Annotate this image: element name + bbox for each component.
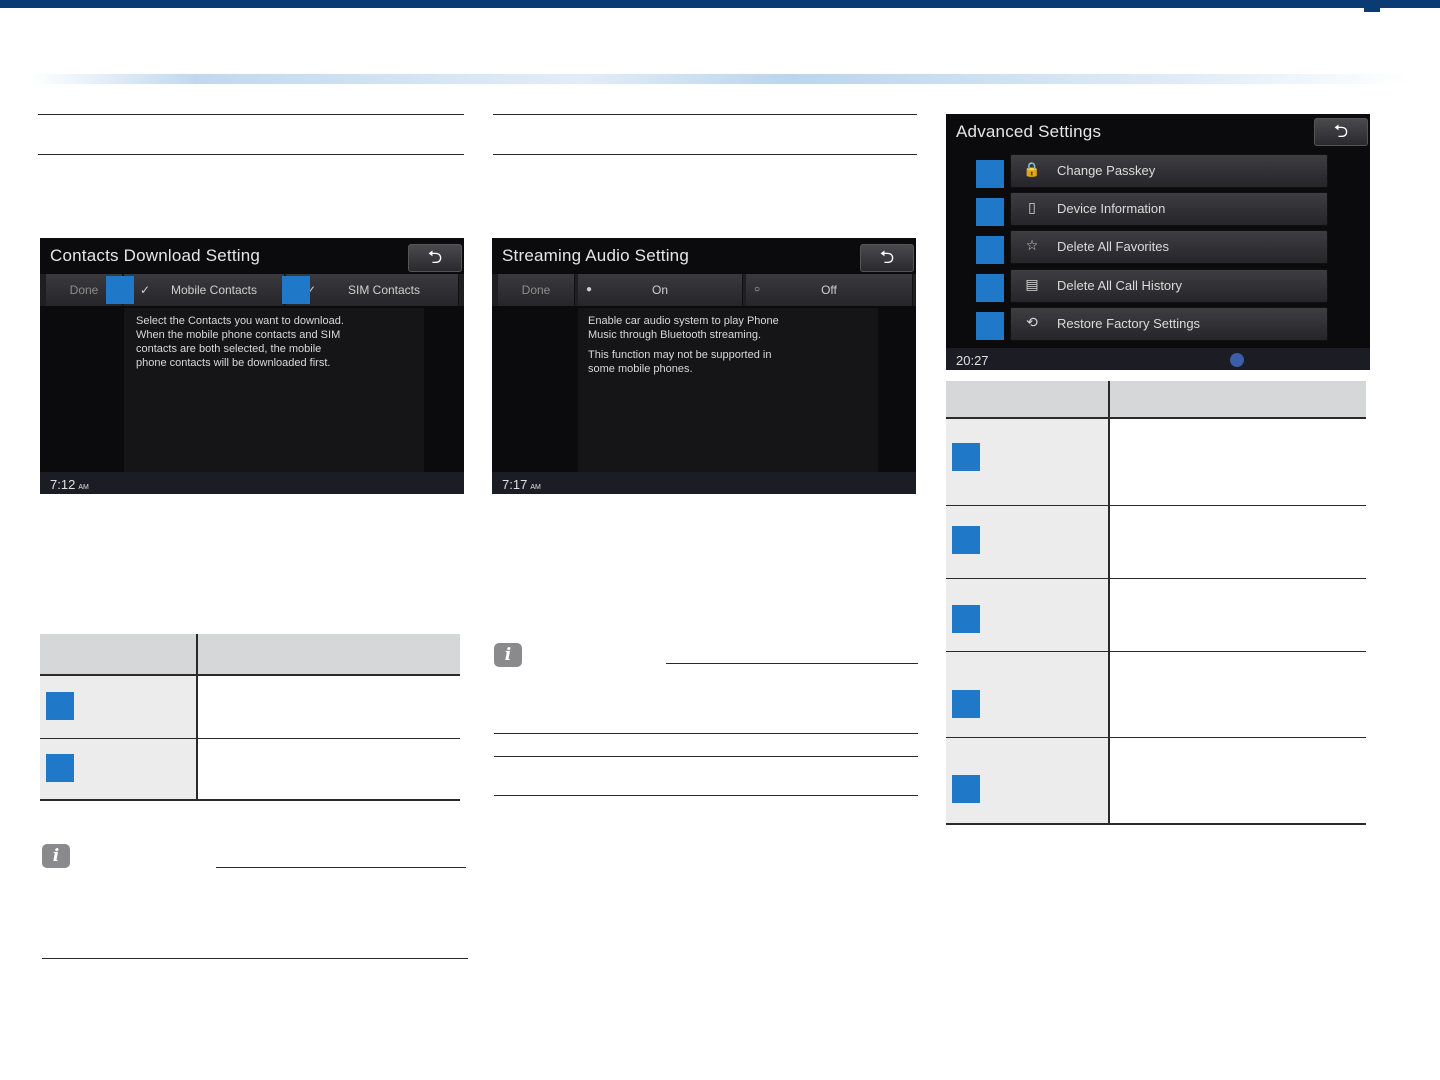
callout-marker-2	[952, 526, 980, 554]
note-bottom-rule	[42, 958, 468, 959]
clock-suffix: AM	[530, 484, 541, 491]
advanced-settings-screen: Advanced Settings ⮌ 🔒 Change Passkey ▯ D…	[946, 114, 1370, 370]
table-row-separator	[946, 578, 1366, 579]
page-top-tab	[1364, 0, 1380, 12]
table-bottom-rule	[946, 823, 1366, 825]
advanced-settings-table	[946, 381, 1366, 825]
off-option[interactable]: ○ Off	[746, 274, 913, 306]
screen-title: Advanced Settings	[956, 122, 1102, 141]
back-arrow-icon: ⮌	[1333, 121, 1349, 141]
table-header	[946, 381, 1366, 419]
clock: 7:12 AM	[50, 477, 89, 492]
note-rule	[216, 867, 466, 868]
page-top-bar	[0, 0, 1440, 12]
change-passkey-item[interactable]: 🔒 Change Passkey	[1010, 154, 1328, 188]
callout-marker-1	[106, 276, 134, 304]
phone-icon: ▯	[1028, 199, 1036, 215]
callout-marker-3	[952, 605, 980, 633]
callout-marker-1	[952, 443, 980, 471]
callout-marker-4	[976, 274, 1004, 302]
option-bar: Done ✓ Mobile Contacts ✓ SIM Contacts	[40, 274, 464, 306]
item-label: Device Information	[1057, 201, 1166, 216]
back-button[interactable]: ⮌	[860, 244, 914, 272]
table-row-separator	[40, 738, 460, 739]
delete-all-call-history-item[interactable]: ▤ Delete All Call History	[1010, 269, 1328, 303]
table-row-separator	[946, 505, 1366, 506]
callout-marker-2	[976, 198, 1004, 226]
column2-rule-top	[493, 114, 917, 115]
callout-marker-1	[46, 692, 74, 720]
lock-icon: 🔒	[1023, 161, 1041, 177]
table-divider	[1108, 381, 1110, 824]
callout-marker-3	[976, 236, 1004, 264]
table-divider	[196, 634, 198, 800]
table-bottom-rule	[40, 799, 460, 801]
column1-rule-top	[38, 114, 464, 115]
streaming-audio-screen: Streaming Audio Setting ⮌ Done ● On ○ Of…	[492, 238, 916, 494]
callout-marker-5	[952, 775, 980, 803]
sim-contacts-label: SIM Contacts	[347, 283, 421, 297]
clock: 20:27	[956, 353, 989, 368]
done-label: Done	[69, 283, 99, 297]
back-button[interactable]: ⮌	[408, 244, 462, 272]
done-label: Done	[521, 283, 551, 297]
item-label: Delete All Call History	[1057, 278, 1182, 293]
note-rule	[494, 733, 918, 734]
table-header	[40, 634, 460, 676]
status-bar: 20:27	[946, 348, 1370, 370]
clock-time: 7:12	[50, 477, 76, 492]
note-rule	[666, 663, 918, 664]
callout-marker-4	[952, 690, 980, 718]
star-delete-icon: ☆	[1025, 237, 1039, 253]
contacts-download-screen: Contacts Download Setting ⮌ Done ✓ Mobil…	[40, 238, 464, 494]
item-label: Delete All Favorites	[1057, 239, 1169, 254]
note-bottom-rule	[494, 795, 918, 796]
restore-icon: ⟲	[1026, 314, 1038, 330]
callout-marker-1	[976, 160, 1004, 188]
status-bar: 7:17 AM	[492, 472, 916, 494]
table-row-separator	[946, 737, 1366, 738]
item-label: Change Passkey	[1057, 163, 1156, 178]
mobile-contacts-option[interactable]: ✓ Mobile Contacts	[124, 274, 285, 306]
clock-suffix: AM	[78, 484, 89, 491]
back-arrow-icon: ⮌	[879, 247, 895, 267]
on-label: On	[651, 283, 668, 297]
column1-rule-second	[38, 154, 464, 155]
callout-marker-2	[282, 276, 310, 304]
info-icon: i	[42, 844, 70, 868]
clock: 7:17 AM	[502, 477, 541, 492]
mobile-contacts-label: Mobile Contacts	[170, 283, 258, 297]
off-label: Off	[821, 283, 837, 297]
message-text-1: Enable car audio system to play Phone Mu…	[588, 315, 779, 341]
item-label: Restore Factory Settings	[1057, 316, 1201, 331]
back-button[interactable]: ⮌	[1314, 118, 1368, 146]
status-bar: 7:12 AM	[40, 472, 464, 494]
bluetooth-status-icon	[1230, 353, 1244, 367]
sim-contacts-option[interactable]: ✓ SIM Contacts	[286, 274, 459, 306]
message-text-2: This function may not be supported in so…	[588, 349, 772, 375]
delete-all-favorites-item[interactable]: ☆ Delete All Favorites	[1010, 230, 1328, 264]
option-bar: Done ● On ○ Off	[492, 274, 916, 306]
callout-marker-2	[46, 754, 74, 782]
done-button[interactable]: Done	[498, 274, 575, 306]
screen-title: Streaming Audio Setting	[502, 246, 689, 265]
header-decoration	[30, 74, 1410, 84]
on-option[interactable]: ● On	[578, 274, 743, 306]
column2-rule-second	[493, 154, 917, 155]
call-history-delete-icon: ▤	[1025, 276, 1039, 292]
clock-time: 7:17	[502, 477, 528, 492]
restore-factory-settings-item[interactable]: ⟲ Restore Factory Settings	[1010, 307, 1328, 341]
contacts-table	[40, 634, 460, 801]
table-row-separator	[946, 651, 1366, 652]
back-arrow-icon: ⮌	[427, 247, 443, 267]
device-information-item[interactable]: ▯ Device Information	[1010, 192, 1328, 226]
message-text: Select the Contacts you want to download…	[136, 315, 344, 369]
callout-marker-5	[976, 312, 1004, 340]
screen-title: Contacts Download Setting	[50, 246, 261, 265]
note-rule	[494, 756, 918, 757]
info-icon: i	[494, 643, 522, 667]
